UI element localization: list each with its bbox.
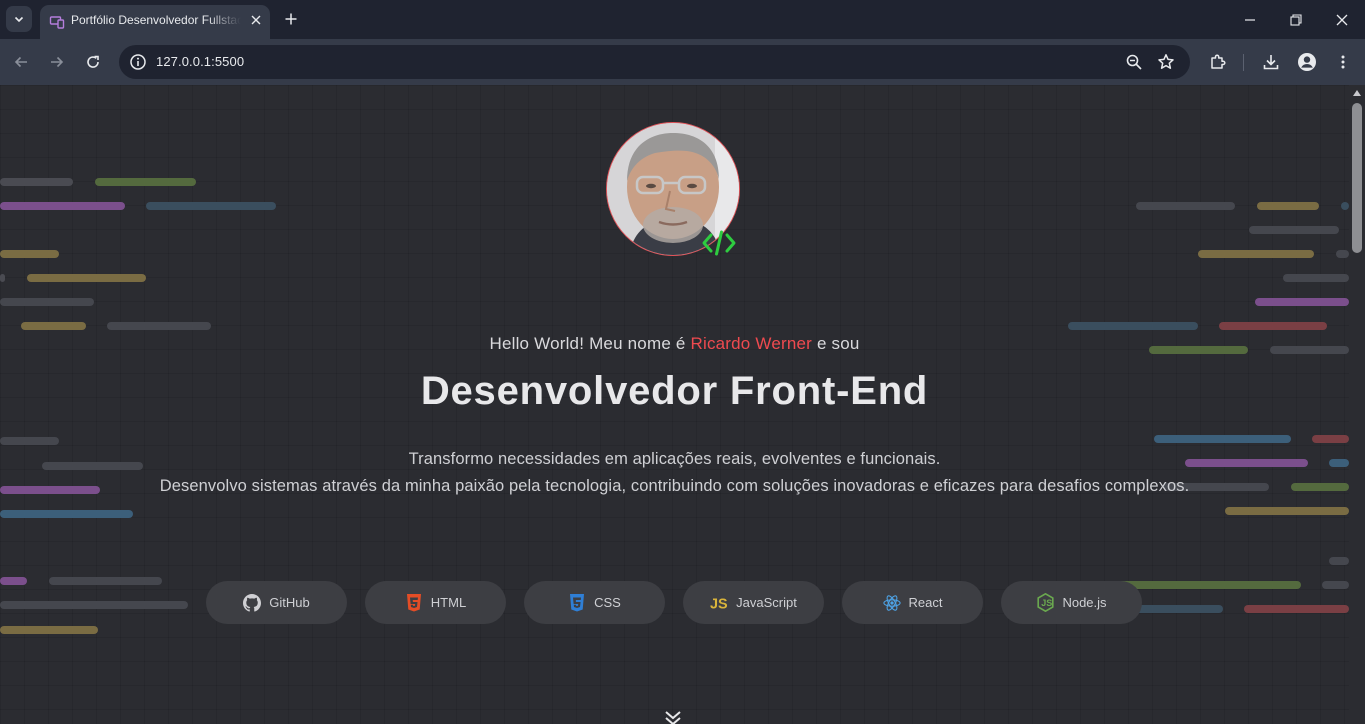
greeting-prefix: Hello World! Meu nome é: [489, 334, 691, 353]
close-window-button[interactable]: [1319, 0, 1365, 39]
zoom-icon[interactable]: [1125, 53, 1143, 71]
restore-button[interactable]: [1273, 0, 1319, 39]
tab-search-button[interactable]: [6, 6, 32, 32]
scroll-down-chevron-icon[interactable]: [664, 709, 682, 724]
scroll-up-arrow-icon[interactable]: [1353, 90, 1361, 96]
skill-label: Node.js: [1062, 595, 1107, 610]
skill-label: CSS: [594, 595, 621, 610]
greeting-suffix: e sou: [812, 334, 860, 353]
scrollbar-thumb[interactable]: [1352, 103, 1362, 253]
skill-html-button[interactable]: HTML: [365, 581, 506, 624]
tab-close-button[interactable]: [247, 11, 265, 29]
arrow-right-icon: [51, 56, 64, 68]
skill-label: React: [908, 595, 943, 610]
minimize-icon: [1245, 18, 1255, 21]
js-icon: JS: [710, 594, 728, 612]
profile-icon: [1298, 53, 1316, 71]
chevron-down-icon: [14, 16, 24, 23]
profile-button[interactable]: [1295, 50, 1319, 74]
skill-nodejs-button[interactable]: JS Node.js: [1001, 581, 1142, 624]
address-bar[interactable]: 127.0.0.1:5500: [119, 45, 1190, 79]
skill-label: HTML: [430, 595, 467, 610]
extensions-button[interactable]: [1206, 50, 1230, 74]
toolbar-divider: [1243, 54, 1244, 71]
downloads-button[interactable]: [1259, 50, 1283, 74]
developer-name: Ricardo Werner: [690, 334, 813, 353]
browser-menu-button[interactable]: [1331, 50, 1355, 74]
skill-css-button[interactable]: CSS: [524, 581, 665, 624]
tab-strip: Portfólio Desenvolvedor Fullstack: [0, 0, 1365, 39]
hero-greeting: Hello World! Meu nome é Ricardo Werner e…: [0, 334, 1349, 354]
devices-favicon-icon: [49, 16, 65, 29]
puzzle-icon: [1211, 54, 1226, 69]
hero-description-line-2: Desenvolvo sistemas através da minha pai…: [159, 477, 1190, 495]
back-button[interactable]: [9, 50, 33, 74]
restore-icon: [1290, 13, 1302, 26]
svg-text:JS: JS: [710, 596, 728, 611]
skill-github-button[interactable]: GitHub: [206, 581, 347, 624]
url-text[interactable]: 127.0.0.1:5500: [156, 54, 244, 69]
skill-javascript-button[interactable]: JS JavaScript: [683, 581, 824, 624]
close-icon: [1336, 14, 1348, 25]
minimize-button[interactable]: [1227, 0, 1273, 39]
site-info-icon[interactable]: [128, 52, 148, 72]
html5-icon: [405, 593, 423, 612]
svg-text:JS: JS: [1041, 598, 1052, 608]
skill-react-button[interactable]: React: [842, 581, 983, 624]
new-tab-button[interactable]: [281, 9, 301, 29]
plus-icon: [285, 13, 297, 25]
hero-role-title: Desenvolvedor Front-End: [420, 369, 929, 413]
page-viewport: Hello World! Meu nome é Ricardo Werner e…: [0, 85, 1349, 724]
skill-label: GitHub: [269, 595, 310, 610]
page-scrollbar[interactable]: [1349, 85, 1365, 724]
react-icon: [882, 594, 901, 612]
browser-toolbar: 127.0.0.1:5500: [0, 39, 1365, 85]
reload-button[interactable]: [81, 50, 105, 74]
download-icon: [1263, 55, 1279, 70]
bookmark-star-icon[interactable]: [1157, 53, 1175, 71]
github-icon: [243, 593, 262, 612]
hero-description-line-1: Transformo necessidades em aplicações re…: [408, 450, 941, 468]
reload-icon: [87, 55, 99, 68]
browser-tab-active[interactable]: Portfólio Desenvolvedor Fullstack: [40, 5, 270, 39]
close-icon: [251, 15, 261, 25]
tab-title: Portfólio Desenvolvedor Fullstack: [71, 13, 241, 27]
arrow-left-icon: [14, 56, 27, 68]
forward-button[interactable]: [45, 50, 69, 74]
skill-label: JavaScript: [736, 595, 797, 610]
more-vert-icon: [1341, 55, 1345, 69]
code-brackets-icon: [702, 230, 736, 256]
css3-icon: [568, 593, 586, 612]
nodejs-icon: JS: [1036, 593, 1054, 612]
